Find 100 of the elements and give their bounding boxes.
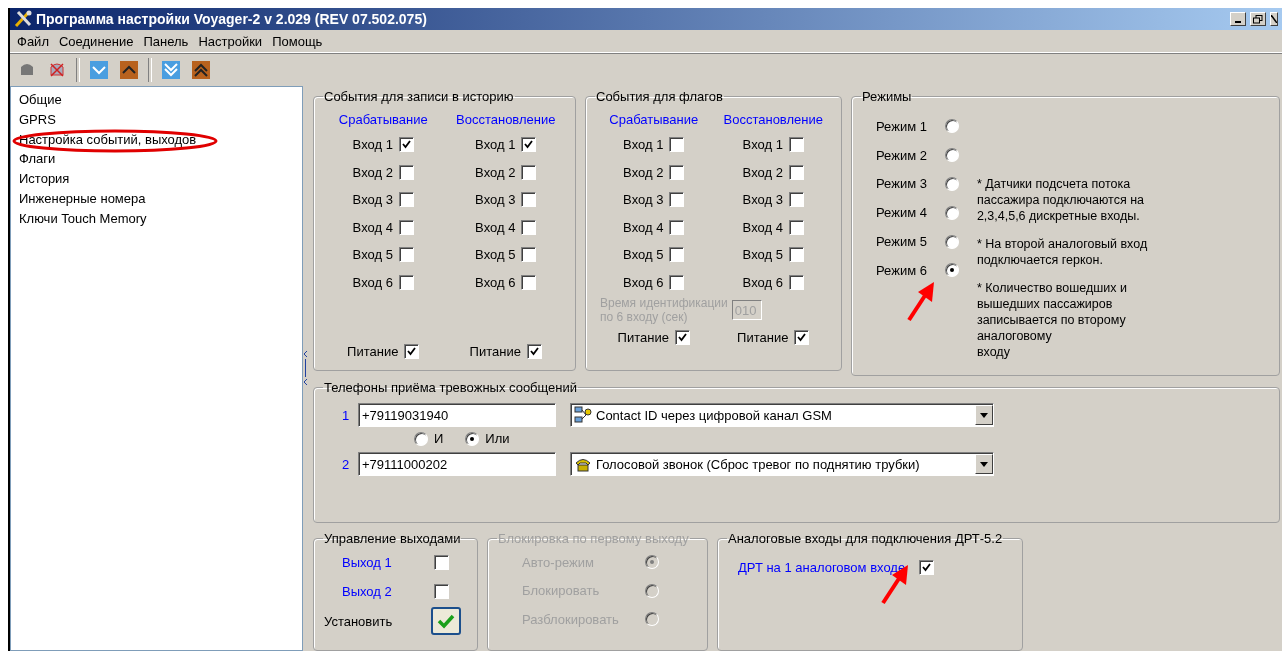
- checkbox-label: Вход 6: [623, 274, 664, 290]
- dropdown-button[interactable]: [975, 454, 993, 474]
- checkbox[interactable]: [398, 192, 414, 208]
- checkbox-label: Питание: [347, 344, 399, 360]
- checkbox[interactable]: [521, 164, 537, 180]
- radio-button[interactable]: [414, 431, 428, 446]
- menu-item[interactable]: Настройки: [193, 33, 268, 49]
- radio-label: Режим 3: [876, 176, 927, 192]
- read-button[interactable]: [88, 59, 110, 81]
- checkbox[interactable]: [669, 137, 685, 153]
- checkbox[interactable]: [669, 192, 685, 208]
- minimize-button[interactable]: [1230, 12, 1246, 26]
- radio-button[interactable]: [944, 263, 959, 278]
- checkbox[interactable]: [434, 555, 449, 570]
- sidebar-item[interactable]: Настройка событий, выходов: [19, 129, 294, 150]
- write-button[interactable]: [118, 59, 140, 81]
- radio-label: Режим 4: [876, 205, 927, 221]
- dropdown-button[interactable]: [975, 405, 993, 425]
- menu-item[interactable]: Помощь: [267, 33, 328, 49]
- checkbox[interactable]: [669, 164, 685, 180]
- checkbox[interactable]: [674, 330, 690, 346]
- checkbox-label: Вход 5: [475, 247, 516, 263]
- checkbox-label: Вход 5: [742, 247, 783, 263]
- row-number: 1: [342, 407, 351, 423]
- close-button[interactable]: [1270, 12, 1278, 26]
- note-text: * Количество вошедших и вышедших пассажиров записывается по второму аналоговому входу: [976, 280, 1129, 360]
- restore-button[interactable]: [1250, 12, 1266, 26]
- note-text: * Датчики подсчета потока пассажира подключаются на 2,3,4,5,6 дискретные входы.: [976, 176, 1146, 224]
- checkbox[interactable]: [521, 219, 537, 235]
- menu-item[interactable]: Соединение: [53, 33, 139, 49]
- checkbox[interactable]: [669, 274, 685, 290]
- checkbox-label: Питание: [469, 344, 521, 360]
- checkbox[interactable]: [788, 164, 804, 180]
- radio-button[interactable]: [944, 148, 959, 163]
- group-title: Управление выходами: [323, 531, 462, 546]
- checkbox[interactable]: [669, 219, 685, 235]
- checkbox[interactable]: [398, 274, 414, 290]
- checkbox[interactable]: [434, 584, 449, 599]
- checkbox-label: Вход 6: [742, 274, 783, 290]
- checkbox-label: Вход 4: [352, 219, 393, 235]
- dropdown-value: Contact ID через цифровой канал GSM: [596, 407, 833, 423]
- checkbox[interactable]: [788, 274, 804, 290]
- menu-item[interactable]: Файл: [12, 33, 54, 49]
- write-all-button[interactable]: [190, 59, 212, 81]
- radio-button[interactable]: [465, 431, 480, 446]
- sidebar-item[interactable]: Флаги: [19, 149, 294, 170]
- chevron-down-icon: [90, 61, 108, 79]
- checkbox[interactable]: [521, 137, 537, 153]
- checkbox[interactable]: [788, 247, 804, 263]
- checkbox[interactable]: [398, 219, 414, 235]
- note-text: * На второй аналоговый вход подключается геркон.: [976, 236, 1148, 268]
- dropdown-value: Голосовой звонок (Сброс тревог по поднятию трубки): [596, 456, 921, 472]
- phone-field[interactable]: +79111000202: [358, 452, 556, 476]
- radio-button[interactable]: [944, 234, 959, 249]
- checkbox[interactable]: [669, 247, 685, 263]
- group-title: Блокировка по первому выходу: [497, 531, 690, 546]
- checkbox[interactable]: [398, 164, 414, 180]
- checkbox[interactable]: [919, 559, 935, 575]
- checkbox[interactable]: [526, 344, 542, 360]
- group-title: События для флагов: [595, 89, 724, 104]
- checkbox[interactable]: [794, 330, 810, 346]
- checkbox[interactable]: [521, 274, 537, 290]
- sidebar-item[interactable]: Общие: [19, 90, 294, 110]
- chevron-up-icon: [120, 61, 138, 79]
- radio-button[interactable]: [944, 119, 959, 134]
- radio-button[interactable]: [944, 177, 959, 191]
- checkbox-label: Вход 1: [475, 137, 516, 153]
- checkbox[interactable]: [404, 344, 420, 360]
- checkbox[interactable]: [788, 192, 804, 208]
- sidebar-item[interactable]: GPRS: [19, 109, 294, 130]
- channel-dropdown[interactable]: Голосовой звонок (Сброс тревог по поднятию трубки): [570, 452, 994, 476]
- checkbox-label: Вход 2: [623, 164, 664, 180]
- sidebar-item[interactable]: Инженерные номера: [19, 189, 294, 209]
- double-chevron-down-icon: [162, 61, 180, 79]
- checkbox-label: Вход 1: [623, 137, 664, 153]
- checkbox-label: Вход 6: [475, 274, 516, 290]
- checkbox[interactable]: [398, 137, 414, 153]
- checkbox[interactable]: [788, 137, 804, 153]
- checkbox[interactable]: [788, 219, 804, 235]
- channel-dropdown[interactable]: Contact ID через цифровой канал GSM: [570, 403, 994, 427]
- checkbox-label: Вход 3: [475, 192, 516, 208]
- checkbox[interactable]: [521, 192, 537, 208]
- tools-icon: [14, 10, 32, 28]
- checkbox-label: Выход 2: [342, 584, 392, 599]
- checkbox-label: Вход 5: [352, 247, 393, 263]
- radio-button[interactable]: [944, 205, 959, 220]
- sidebar-item[interactable]: История: [19, 169, 294, 189]
- radio-label: И: [434, 431, 444, 446]
- group-title: События для записи в историю: [323, 89, 515, 104]
- checkbox[interactable]: [521, 247, 537, 263]
- caret-icon: [980, 461, 988, 467]
- radio-label: Режим 6: [876, 262, 927, 278]
- checkbox-label: Вход 4: [742, 219, 783, 235]
- menu-item[interactable]: Панель: [138, 33, 194, 49]
- read-all-button[interactable]: [160, 59, 182, 81]
- apply-button[interactable]: [431, 607, 461, 635]
- checkbox[interactable]: [398, 247, 414, 263]
- sidebar-item[interactable]: Ключи Touch Memory: [19, 208, 294, 229]
- phone-field[interactable]: +79119031940: [358, 403, 556, 427]
- checkbox-label: Вход 1: [352, 137, 393, 153]
